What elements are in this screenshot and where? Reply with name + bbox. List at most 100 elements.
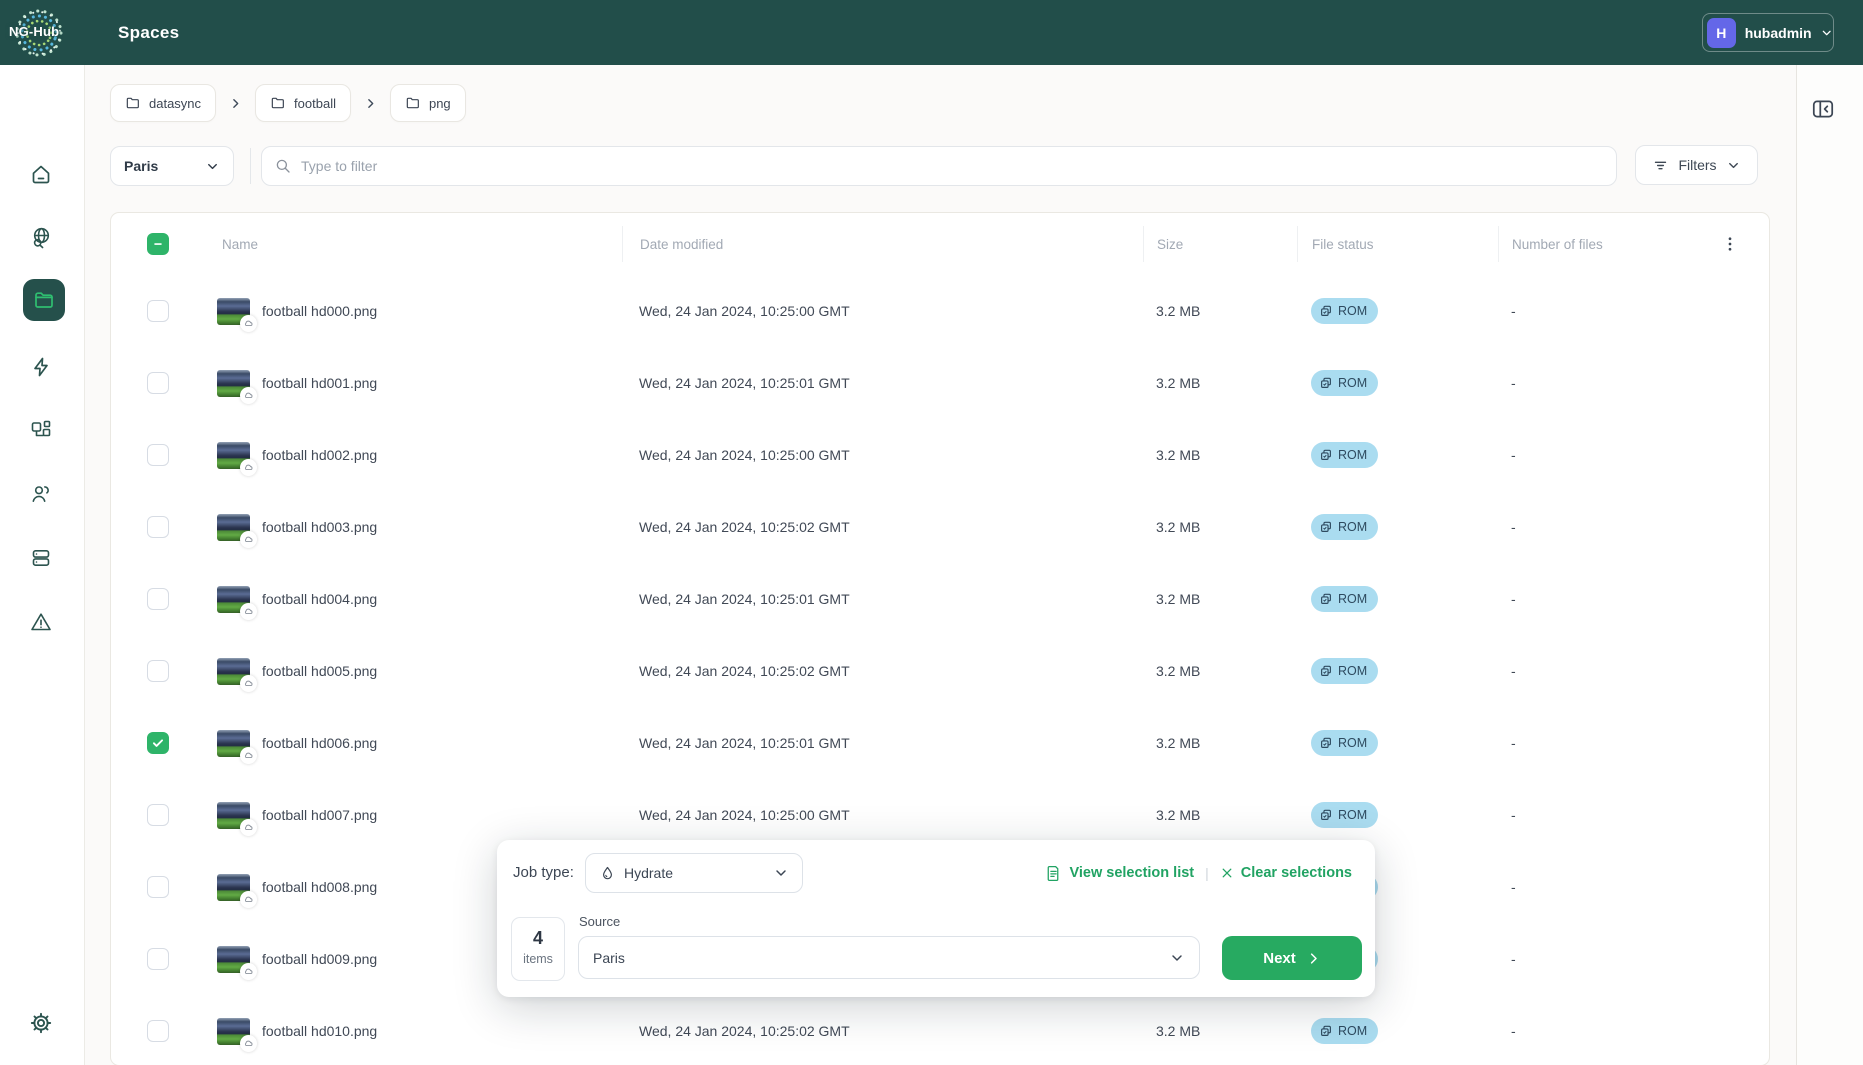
file-count: - (1498, 519, 1769, 535)
user-name: hubadmin (1745, 25, 1812, 41)
cloud-icon (240, 315, 257, 332)
table-row: football hd010.png Wed, 24 Jan 2024, 10:… (111, 995, 1769, 1065)
row-checkbox[interactable] (147, 588, 169, 610)
globe-search-icon[interactable] (29, 226, 53, 250)
file-status-badge: ROM (1311, 370, 1378, 396)
row-checkbox[interactable] (147, 300, 169, 322)
column-header-name: Name (217, 226, 622, 262)
lightning-icon[interactable] (29, 355, 53, 379)
cloud-icon (240, 459, 257, 476)
source-filter-value: Paris (124, 158, 158, 174)
file-name[interactable]: football hd006.png (262, 735, 377, 751)
selected-items-counter: 4 items (511, 917, 565, 981)
breadcrumb-item-png[interactable]: png (390, 84, 466, 122)
chevron-down-icon (773, 865, 789, 881)
file-size: 3.2 MB (1143, 807, 1297, 823)
file-name[interactable]: football hd003.png (262, 519, 377, 535)
file-count: - (1498, 303, 1769, 319)
source-select[interactable]: Paris (578, 936, 1200, 979)
row-checkbox[interactable] (147, 948, 169, 970)
integration-icon[interactable] (29, 418, 53, 442)
cloud-icon (240, 387, 257, 404)
file-name[interactable]: football hd008.png (262, 879, 377, 895)
status-text: ROM (1338, 664, 1367, 678)
row-checkbox[interactable] (147, 372, 169, 394)
breadcrumb-item-football[interactable]: football (255, 84, 351, 122)
file-name[interactable]: football hd007.png (262, 807, 377, 823)
top-header: NG-Hub Spaces H hubadmin (0, 0, 1863, 65)
row-checkbox[interactable] (147, 660, 169, 682)
view-selection-label: View selection list (1069, 865, 1194, 881)
view-selection-list-link[interactable]: View selection list (1045, 865, 1194, 882)
breadcrumb-item-datasync[interactable]: datasync (110, 84, 216, 122)
next-label: Next (1263, 950, 1296, 967)
filters-label: Filters (1678, 157, 1716, 173)
chevron-right-icon (364, 97, 377, 110)
file-size: 3.2 MB (1143, 591, 1297, 607)
table-row: football hd004.png Wed, 24 Jan 2024, 10:… (111, 563, 1769, 635)
file-name[interactable]: football hd009.png (262, 951, 377, 967)
warning-icon[interactable] (29, 610, 53, 634)
row-checkbox[interactable] (147, 516, 169, 538)
status-text: ROM (1338, 304, 1367, 318)
kebab-menu-icon[interactable] (1721, 235, 1739, 253)
cloud-icon (240, 1035, 257, 1052)
select-all-checkbox[interactable] (147, 233, 169, 255)
file-name[interactable]: football hd005.png (262, 663, 377, 679)
page-title: Spaces (118, 0, 179, 65)
copies-icon (1319, 1024, 1333, 1038)
next-button[interactable]: Next (1222, 936, 1362, 980)
row-checkbox[interactable] (147, 876, 169, 898)
file-name[interactable]: football hd001.png (262, 375, 377, 391)
home-icon[interactable] (29, 162, 53, 186)
row-checkbox[interactable] (147, 1020, 169, 1042)
file-name[interactable]: football hd004.png (262, 591, 377, 607)
copies-icon (1319, 736, 1333, 750)
source-filter-select[interactable]: Paris (110, 146, 234, 186)
servers-icon[interactable] (29, 546, 53, 570)
search-input[interactable] (301, 158, 1604, 174)
gear-icon[interactable] (29, 1011, 53, 1035)
file-name[interactable]: football hd002.png (262, 447, 377, 463)
file-name[interactable]: football hd010.png (262, 1023, 377, 1039)
file-date: Wed, 24 Jan 2024, 10:25:02 GMT (622, 519, 1143, 535)
cloud-icon (240, 891, 257, 908)
file-thumbnail (217, 874, 250, 901)
file-size: 3.2 MB (1143, 303, 1297, 319)
file-thumbnail (217, 730, 250, 757)
panel-collapse-icon[interactable] (1810, 96, 1836, 122)
right-rail (1797, 65, 1863, 1065)
file-thumbnail (217, 298, 250, 325)
search-icon (274, 157, 292, 175)
breadcrumb-label: png (429, 96, 451, 111)
file-status-badge: ROM (1311, 586, 1378, 612)
job-type-select[interactable]: Hydrate (585, 853, 803, 893)
status-text: ROM (1338, 520, 1367, 534)
filters-button[interactable]: Filters (1635, 145, 1758, 185)
users-icon[interactable] (29, 482, 53, 506)
file-count: - (1498, 447, 1769, 463)
file-date: Wed, 24 Jan 2024, 10:25:01 GMT (622, 735, 1143, 751)
clear-selections-link[interactable]: Clear selections (1220, 865, 1352, 881)
row-checkbox[interactable] (147, 732, 169, 754)
copies-icon (1319, 592, 1333, 606)
file-count: - (1498, 591, 1769, 607)
row-checkbox[interactable] (147, 804, 169, 826)
row-checkbox[interactable] (147, 444, 169, 466)
divider (250, 148, 251, 184)
cloud-icon (240, 675, 257, 692)
folder-icon (405, 95, 421, 111)
close-icon (1220, 866, 1234, 880)
copies-icon (1319, 664, 1333, 678)
status-text: ROM (1338, 808, 1367, 822)
file-size: 3.2 MB (1143, 663, 1297, 679)
file-thumbnail (217, 658, 250, 685)
app-logo[interactable]: NG-Hub (0, 0, 85, 65)
table-row: football hd003.png Wed, 24 Jan 2024, 10:… (111, 491, 1769, 563)
breadcrumb-label: football (294, 96, 336, 111)
user-menu[interactable]: H hubadmin (1702, 13, 1834, 52)
items-word: items (512, 952, 564, 966)
file-name[interactable]: football hd000.png (262, 303, 377, 319)
sidebar-item-spaces-active[interactable] (23, 279, 65, 321)
file-status-badge: ROM (1311, 442, 1378, 468)
